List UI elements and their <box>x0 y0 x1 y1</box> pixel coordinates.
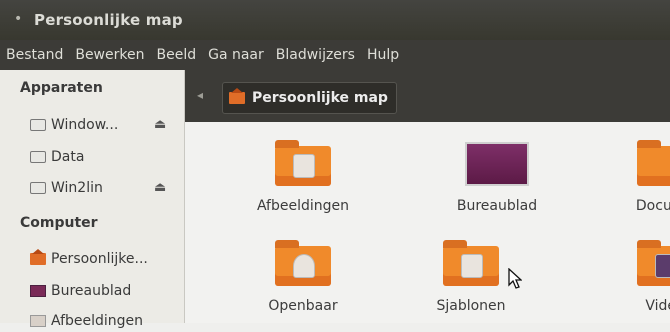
drive-icon <box>30 151 46 163</box>
menu-bar: Bestand Bewerken Beeld Ga naar Bladwijze… <box>0 40 670 70</box>
sidebar: Apparaten Window... ⏏ Data Win2lin ⏏ Com… <box>0 70 185 329</box>
menu-hulp[interactable]: Hulp <box>361 47 405 63</box>
window-close-icon[interactable]: • <box>14 11 22 27</box>
file-item-afbeeldingen[interactable]: Afbeeldingen <box>233 140 373 214</box>
pictures-folder-icon <box>30 315 46 327</box>
file-item-openbaar[interactable]: Openbaar <box>233 240 373 314</box>
file-item-label: Bureaublad <box>456 198 538 214</box>
mouse-pointer-icon <box>508 268 522 289</box>
sidebar-item-label: Afbeeldingen <box>51 313 144 329</box>
breadcrumb-label: Persoonlijke map <box>252 90 388 106</box>
file-item-label: Docume <box>635 198 670 214</box>
menu-beeld[interactable]: Beeld <box>150 47 202 63</box>
file-item-video[interactable]: Video <box>595 240 670 314</box>
file-item-documenten[interactable]: Docume <box>595 140 670 214</box>
home-folder-icon <box>30 249 46 265</box>
menu-bewerken[interactable]: Bewerken <box>69 47 150 63</box>
sidebar-item-label: Win2lin <box>51 180 103 196</box>
pictures-folder-icon <box>275 140 331 186</box>
sidebar-item-windows[interactable]: Window... <box>30 114 118 136</box>
file-item-label: Afbeeldingen <box>256 198 350 214</box>
sidebar-item-label: Persoonlijke... <box>51 251 148 267</box>
path-back-arrow-icon[interactable]: ◂ <box>197 88 203 102</box>
section-title-computer: Computer <box>20 215 98 231</box>
sidebar-item-label: Bureaublad <box>51 283 132 299</box>
home-folder-icon <box>229 88 245 104</box>
breadcrumb-home[interactable]: Persoonlijke map <box>222 82 397 114</box>
window-title: Persoonlijke map <box>34 11 183 29</box>
sidebar-item-data[interactable]: Data <box>30 146 84 168</box>
public-folder-icon <box>275 240 331 286</box>
sidebar-item-pictures[interactable]: Afbeeldingen <box>30 310 143 332</box>
sidebar-item-home[interactable]: Persoonlijke... <box>30 248 148 270</box>
file-view: Afbeeldingen Bureaublad Docume Openbaar … <box>185 122 670 323</box>
sidebar-item-label: Data <box>51 149 85 165</box>
desktop-icon <box>30 285 46 297</box>
templates-folder-icon <box>443 240 499 286</box>
documents-folder-icon <box>637 140 670 186</box>
file-item-bureaublad[interactable]: Bureaublad <box>427 142 567 214</box>
menu-bestand[interactable]: Bestand <box>0 47 69 63</box>
desktop-icon <box>465 142 529 186</box>
sidebar-item-win2lin[interactable]: Win2lin <box>30 177 103 199</box>
eject-icon[interactable]: ⏏ <box>154 117 166 132</box>
file-item-label: Video <box>645 298 670 314</box>
menu-bladwijzers[interactable]: Bladwijzers <box>270 47 361 63</box>
sidebar-item-label: Window... <box>51 117 119 133</box>
menu-ga-naar[interactable]: Ga naar <box>202 47 270 63</box>
section-title-apparaten: Apparaten <box>20 80 103 96</box>
videos-folder-icon <box>637 240 670 286</box>
eject-icon[interactable]: ⏏ <box>154 180 166 195</box>
sidebar-item-desktop[interactable]: Bureaublad <box>30 280 131 302</box>
drive-icon <box>30 182 46 194</box>
file-item-label: Openbaar <box>268 298 338 314</box>
title-bar: • Persoonlijke map <box>0 0 670 40</box>
file-item-label: Sjablonen <box>436 298 506 314</box>
drive-icon <box>30 119 46 131</box>
